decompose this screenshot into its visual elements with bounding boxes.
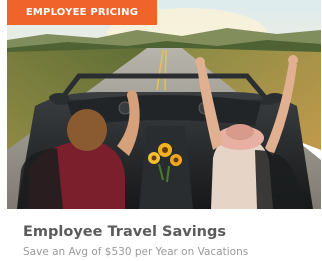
employee-travel-savings-card[interactable]: EMPLOYEE PRICING Employee Travel Savings… xyxy=(0,0,322,261)
card-subtitle: Save an Avg of $530 per Year on Vacation… xyxy=(23,246,249,258)
convertible-road-trip-photo xyxy=(7,0,321,209)
card-title[interactable]: Employee Travel Savings xyxy=(23,224,226,240)
employee-pricing-tag: EMPLOYEE PRICING xyxy=(7,0,157,25)
